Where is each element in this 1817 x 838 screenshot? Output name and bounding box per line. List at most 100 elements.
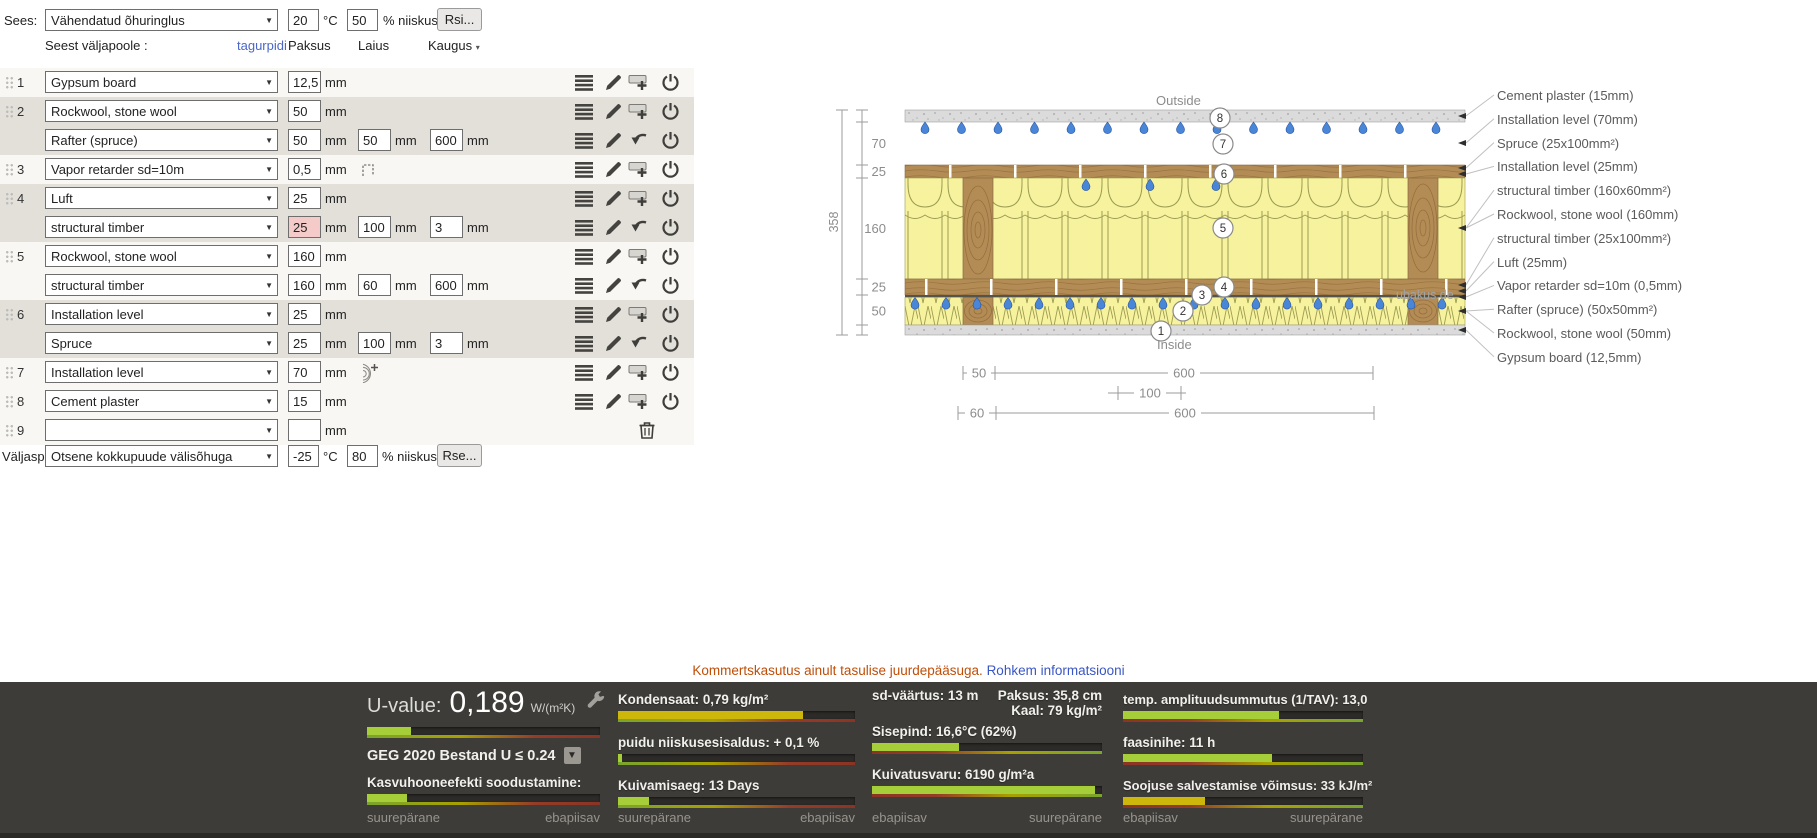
inside-humidity-input[interactable]: 50 (347, 9, 378, 31)
toggle-layer-icon[interactable] (659, 188, 681, 208)
drag-handle-icon[interactable] (5, 76, 14, 90)
menu-icon[interactable] (573, 391, 595, 411)
toggle-layer-icon[interactable] (659, 246, 681, 266)
add-layer-icon[interactable] (628, 159, 650, 179)
edit-icon[interactable] (602, 275, 624, 295)
thickness-input[interactable]: 50 (288, 129, 321, 151)
material-select[interactable]: Vapor retarder sd=10m▼ (45, 158, 278, 180)
thickness-input[interactable] (288, 419, 321, 441)
material-select[interactable]: Rafter (spruce)▼ (45, 129, 278, 151)
thickness-input[interactable]: 25 (288, 216, 321, 238)
rse-button[interactable]: Rse... (437, 444, 482, 467)
thickness-input[interactable]: 25 (288, 187, 321, 209)
inside-temp-input[interactable]: 20 (288, 9, 319, 31)
thickness-input[interactable]: 25 (288, 303, 321, 325)
drag-handle-icon[interactable] (5, 424, 14, 438)
menu-icon[interactable] (573, 130, 595, 150)
toggle-layer-icon[interactable] (659, 217, 681, 237)
material-select[interactable]: structural timber▼ (45, 216, 278, 238)
thickness-input[interactable]: 15 (288, 390, 321, 412)
distance-input[interactable]: 3 (430, 332, 463, 354)
outside-temp-input[interactable]: -25 (288, 445, 319, 467)
menu-icon[interactable] (573, 217, 595, 237)
add-layer-icon[interactable] (628, 72, 650, 92)
material-select[interactable]: Installation level▼ (45, 361, 278, 383)
menu-icon[interactable] (573, 246, 595, 266)
col-distance[interactable]: Kaugus ▾ (428, 38, 480, 53)
toggle-layer-icon[interactable] (659, 101, 681, 121)
swap-icon[interactable] (629, 130, 651, 150)
material-select[interactable]: Spruce▼ (45, 332, 278, 354)
material-select[interactable]: Gypsum board▼ (45, 71, 278, 93)
menu-icon[interactable] (573, 101, 595, 121)
width-input[interactable]: 100 (358, 216, 391, 238)
menu-icon[interactable] (573, 275, 595, 295)
swap-icon[interactable] (629, 333, 651, 353)
width-input[interactable]: 50 (358, 129, 391, 151)
wrench-icon[interactable] (585, 691, 606, 715)
drag-handle-icon[interactable] (5, 395, 14, 409)
drag-handle-icon[interactable] (5, 105, 14, 119)
thickness-input[interactable]: 160 (288, 274, 321, 296)
drag-handle-icon[interactable] (5, 366, 14, 380)
width-input[interactable]: 60 (358, 274, 391, 296)
thickness-input[interactable]: 12,5 (288, 71, 321, 93)
edit-icon[interactable] (602, 188, 624, 208)
edit-icon[interactable] (602, 333, 624, 353)
add-layer-icon[interactable] (628, 362, 650, 382)
edit-icon[interactable] (602, 159, 624, 179)
toggle-layer-icon[interactable] (659, 304, 681, 324)
material-select[interactable]: Rockwool, stone wool▼ (45, 100, 278, 122)
edit-icon[interactable] (602, 217, 624, 237)
edit-icon[interactable] (602, 391, 624, 411)
distance-input[interactable]: 600 (430, 129, 463, 151)
drag-handle-icon[interactable] (5, 192, 14, 206)
thickness-input[interactable]: 160 (288, 245, 321, 267)
edit-icon[interactable] (602, 101, 624, 121)
edit-icon[interactable] (602, 362, 624, 382)
swap-icon[interactable] (629, 217, 651, 237)
distance-input[interactable]: 600 (430, 274, 463, 296)
drag-handle-icon[interactable] (5, 250, 14, 264)
toggle-layer-icon[interactable] (659, 72, 681, 92)
toggle-layer-icon[interactable] (659, 333, 681, 353)
menu-icon[interactable] (573, 159, 595, 179)
toggle-layer-icon[interactable] (659, 130, 681, 150)
edit-icon[interactable] (602, 246, 624, 266)
menu-icon[interactable] (573, 188, 595, 208)
drag-handle-icon[interactable] (5, 163, 14, 177)
width-input[interactable]: 100 (358, 332, 391, 354)
swap-icon[interactable] (629, 275, 651, 295)
thickness-input[interactable]: 25 (288, 332, 321, 354)
outside-humidity-input[interactable]: 80 (347, 445, 378, 467)
menu-icon[interactable] (573, 72, 595, 92)
add-layer-icon[interactable] (628, 101, 650, 121)
add-layer-icon[interactable] (628, 304, 650, 324)
edit-icon[interactable] (602, 304, 624, 324)
toggle-layer-icon[interactable] (659, 275, 681, 295)
toggle-layer-icon[interactable] (659, 391, 681, 411)
delete-layer-icon[interactable] (636, 420, 658, 440)
toggle-layer-icon[interactable] (659, 159, 681, 179)
geg-dropdown-button[interactable]: ▼ (564, 747, 581, 764)
material-select[interactable]: Cement plaster▼ (45, 390, 278, 412)
outside-surface-select[interactable]: Otsene kokkupuude välisõhuga ▼ (45, 445, 278, 467)
inside-surface-select[interactable]: Vähendatud õhuringlus ▼ (45, 9, 278, 31)
thickness-input[interactable]: 50 (288, 100, 321, 122)
menu-icon[interactable] (573, 362, 595, 382)
thickness-input[interactable]: 70 (288, 361, 321, 383)
thickness-input[interactable]: 0,5 (288, 158, 321, 180)
add-layer-icon[interactable] (628, 188, 650, 208)
material-select[interactable]: Rockwool, stone wool▼ (45, 245, 278, 267)
menu-icon[interactable] (573, 304, 595, 324)
edit-icon[interactable] (602, 130, 624, 150)
more-info-link[interactable]: Rohkem informatsiooni (987, 663, 1125, 678)
drag-handle-icon[interactable] (5, 308, 14, 322)
distance-input[interactable]: 3 (430, 216, 463, 238)
material-select[interactable]: Installation level▼ (45, 303, 278, 325)
rsi-button[interactable]: Rsi... (437, 8, 482, 31)
material-select[interactable]: Luft▼ (45, 187, 278, 209)
reverse-link[interactable]: tagurpidi (237, 38, 287, 53)
edit-icon[interactable] (602, 72, 624, 92)
toggle-layer-icon[interactable] (659, 362, 681, 382)
